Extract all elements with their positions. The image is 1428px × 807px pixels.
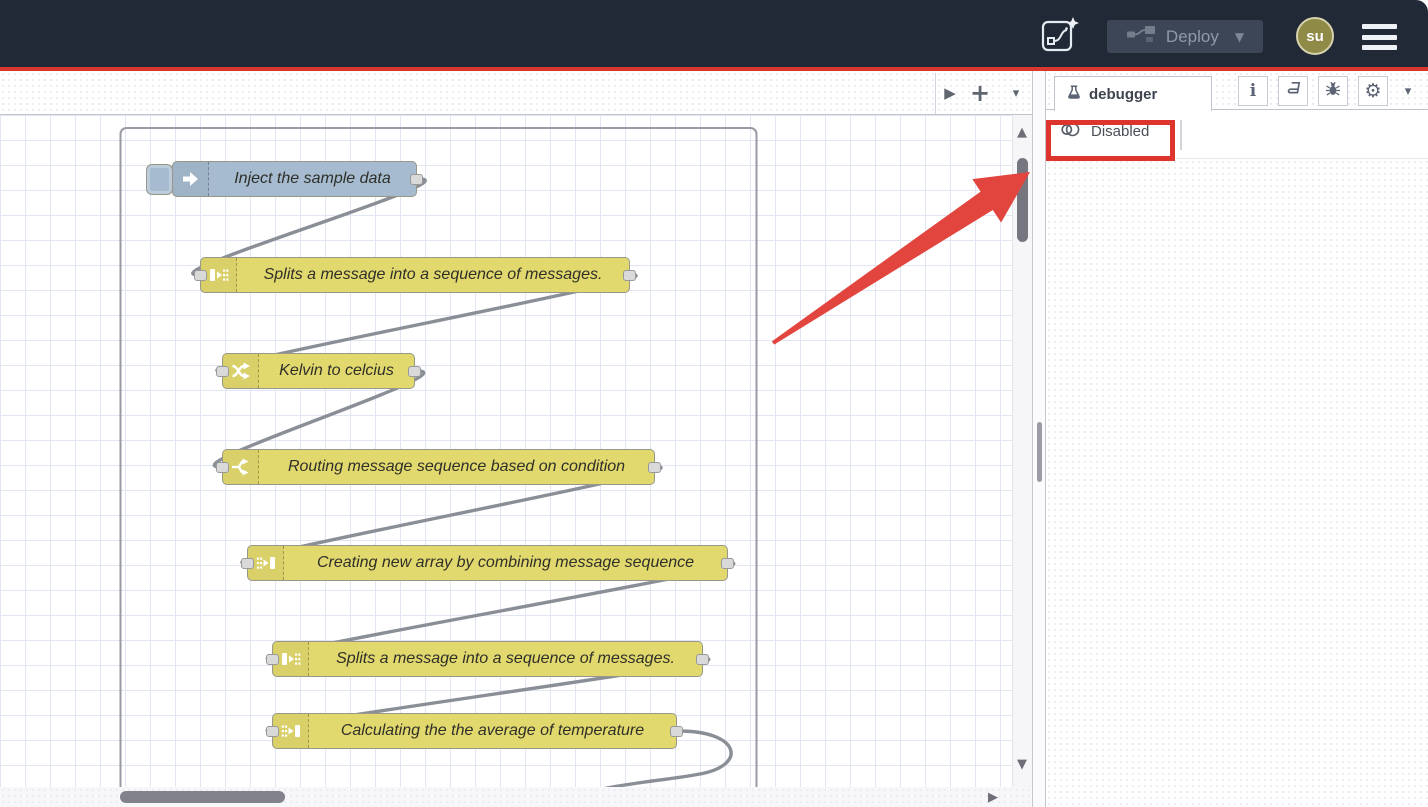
annotation-red-line: [0, 67, 1428, 71]
node-output-port[interactable]: [408, 366, 421, 377]
splitter-drag-handle[interactable]: [1037, 422, 1042, 482]
deploy-icon: [1126, 25, 1156, 48]
book-icon: [1285, 81, 1302, 101]
vertical-scroll-thumb[interactable]: [1017, 158, 1028, 242]
sidebar-header: debugger i: [1046, 71, 1428, 110]
info-button[interactable]: i: [1238, 76, 1268, 106]
node-label: Kelvin to celcius: [259, 362, 414, 380]
node-input-port[interactable]: [216, 462, 229, 473]
disabled-label: Disabled: [1091, 123, 1149, 140]
scroll-down-icon[interactable]: ▼: [1017, 757, 1027, 772]
sidebar-expand-chevron-icon[interactable]: ▾: [1398, 84, 1418, 99]
flow-node-split[interactable]: Splits a message into a sequence of mess…: [272, 641, 703, 677]
horizontal-scroll-thumb[interactable]: [120, 791, 285, 803]
toggle-icon: [1060, 122, 1082, 141]
node-input-port[interactable]: [266, 726, 279, 737]
flow-list-chevron-icon[interactable]: ▾: [1002, 79, 1030, 107]
sidebar: debugger i: [1046, 71, 1428, 807]
horizontal-scrollbar[interactable]: ▶: [0, 787, 1032, 807]
flow-node-join[interactable]: Calculating the the average of temperatu…: [272, 713, 677, 749]
node-input-port[interactable]: [216, 366, 229, 377]
flow-node-join[interactable]: Creating new array by combining message …: [247, 545, 728, 581]
scroll-right-icon[interactable]: ▶: [988, 790, 998, 805]
inject-icon: [173, 162, 209, 196]
debugger-disabled-toggle[interactable]: Disabled: [1060, 122, 1149, 141]
user-avatar[interactable]: su: [1296, 17, 1334, 55]
inject-node-button[interactable]: [146, 164, 173, 195]
vertical-scrollbar[interactable]: ▲ ▼: [1012, 115, 1032, 787]
scroll-tabs-right-icon[interactable]: ▶: [936, 79, 964, 107]
flow-tabbar: ▶ + ▾: [0, 71, 1032, 115]
node-output-port[interactable]: [623, 270, 636, 281]
flow-assistant-icon[interactable]: [1040, 15, 1080, 53]
node-output-port[interactable]: [670, 726, 683, 737]
flask-icon: [1067, 85, 1081, 104]
deploy-button[interactable]: Deploy ▼: [1107, 20, 1263, 53]
flow-node-change[interactable]: Kelvin to celcius: [222, 353, 415, 389]
add-flow-button[interactable]: +: [966, 79, 994, 107]
node-label: Splits a message into a sequence of mess…: [309, 650, 702, 668]
node-output-port[interactable]: [721, 558, 734, 569]
flow-node-split[interactable]: Splits a message into a sequence of mess…: [200, 257, 630, 293]
main-menu-icon[interactable]: [1362, 24, 1397, 50]
app-header: Deploy ▼ su: [0, 0, 1428, 67]
sidebar-splitter: [1032, 71, 1046, 807]
deploy-label: Deploy: [1166, 27, 1219, 47]
sidebar-body: [1046, 159, 1428, 807]
node-input-port[interactable]: [241, 558, 254, 569]
node-output-port[interactable]: [696, 654, 709, 665]
debugger-toolbar: Disabled: [1046, 110, 1428, 159]
node-output-port[interactable]: [648, 462, 661, 473]
deploy-options-chevron-icon[interactable]: ▼: [1235, 30, 1244, 44]
node-output-port[interactable]: [410, 174, 423, 185]
help-button[interactable]: [1278, 76, 1308, 106]
node-label: Inject the sample data: [209, 170, 416, 188]
debug-button[interactable]: [1318, 76, 1348, 106]
node-input-port[interactable]: [194, 270, 207, 281]
node-label: Calculating the the average of temperatu…: [309, 722, 676, 740]
bug-icon: [1325, 81, 1341, 102]
node-label: Creating new array by combining message …: [284, 554, 727, 572]
scroll-up-icon[interactable]: ▲: [1017, 125, 1027, 140]
flow-node-switch[interactable]: Routing message sequence based on condit…: [222, 449, 655, 485]
node-label: Splits a message into a sequence of mess…: [237, 266, 629, 284]
gear-icon: ⚙: [1364, 80, 1381, 102]
tab-debugger[interactable]: debugger: [1054, 76, 1212, 111]
flow-node-inject[interactable]: Inject the sample data: [172, 161, 417, 197]
node-input-port[interactable]: [266, 654, 279, 665]
node-label: Routing message sequence based on condit…: [259, 458, 654, 476]
toolbar-separator: [1180, 120, 1182, 150]
settings-button[interactable]: ⚙: [1358, 76, 1388, 106]
tab-debugger-label: debugger: [1089, 86, 1157, 103]
flow-canvas[interactable]: Inject the sample data Splits a message i…: [0, 115, 1032, 787]
